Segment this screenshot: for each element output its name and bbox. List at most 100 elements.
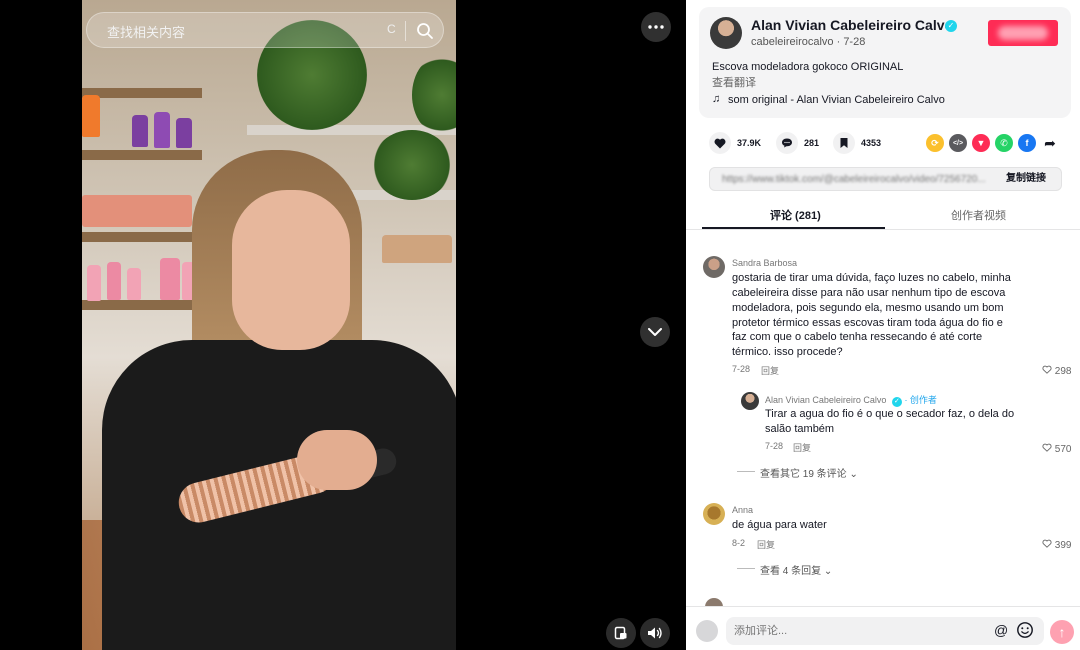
video-link-url[interactable]: https://www.tiktok.com/@cabeleireirocalv… <box>722 174 992 185</box>
search-icon[interactable] <box>415 21 435 41</box>
comment-like-count: 298 <box>1054 366 1072 377</box>
product-bottle <box>82 95 100 137</box>
person-hand <box>297 430 377 490</box>
current-user-avatar[interactable] <box>696 620 718 642</box>
volume-button[interactable] <box>640 618 670 648</box>
comment-button[interactable]: 281 <box>776 132 819 154</box>
app-root: 查找相关内容 C Alan Vivian Cabeleireiro Calvo … <box>0 0 1080 650</box>
view-more-replies-label[interactable]: 查看 4 条回复 <box>760 566 821 577</box>
video-description: Escova modeladora gokoco ORIGINAL <box>712 61 904 73</box>
author-handle-date[interactable]: cabeleireirocalvo · 7-28 <box>751 36 865 48</box>
shelf <box>82 300 202 310</box>
reply-button[interactable]: 回复 <box>793 441 811 454</box>
repost-icon[interactable]: ⟳ <box>926 134 944 152</box>
clear-search-icon[interactable]: C <box>387 22 396 36</box>
comment-text-line: térmico. isso procede? <box>732 346 843 358</box>
video-player[interactable]: 查找相关内容 C <box>0 0 686 650</box>
comment-text-line: faz com que o cabelo tenha ressecando é … <box>732 331 983 343</box>
reply-avatar[interactable] <box>741 392 759 410</box>
send-comment-button[interactable]: ↑ <box>1050 620 1074 644</box>
comment-text-line: de água para water <box>732 519 827 531</box>
author-name[interactable]: Alan Vivian Cabeleireiro Calvo <box>751 17 953 33</box>
embed-icon[interactable]: </> <box>949 134 967 152</box>
mention-icon[interactable]: @ <box>994 622 1008 638</box>
reply-text-line: salão também <box>765 423 835 435</box>
comment-text-line: cabeleireira disse para não usar nenhum … <box>732 287 1006 299</box>
tab-creator-videos[interactable]: 创作者视频 <box>951 207 1006 223</box>
verified-badge-icon: ✓ <box>891 397 902 407</box>
more-options-button[interactable] <box>641 12 671 42</box>
comment-text-line: protetor térmico essas escovas tiram tod… <box>732 317 1003 329</box>
comment-date: 7-28 <box>732 364 751 374</box>
next-video-button[interactable] <box>640 317 670 347</box>
product-bottle <box>127 268 141 300</box>
shelf <box>82 88 202 98</box>
bookmark-icon <box>833 132 855 154</box>
comment-text-line: gostaria de tirar uma dúvida, faço luzes… <box>732 272 1011 284</box>
plant <box>372 130 452 200</box>
comment-like-button[interactable]: 399 <box>1042 539 1071 551</box>
video-frame[interactable] <box>82 0 456 650</box>
storage-box <box>82 195 192 227</box>
tab-comments[interactable]: 评论 (281) <box>770 207 821 223</box>
music-note-icon: ♫ <box>712 93 721 105</box>
author-card: Alan Vivian Cabeleireiro Calvo ✓ cabelei… <box>699 7 1071 118</box>
product-bottle <box>382 235 452 263</box>
commenter-avatar[interactable] <box>703 256 725 278</box>
reply-like-button[interactable]: 570 <box>1042 443 1071 455</box>
comment-input-bar: @ ↑ <box>686 606 1080 650</box>
speaker-icon <box>648 627 662 639</box>
heart-outline-icon <box>1042 443 1052 452</box>
heart-outline-icon <box>1042 539 1052 548</box>
author-avatar[interactable] <box>710 17 742 49</box>
save-count: 4353 <box>861 138 882 148</box>
follow-button[interactable] <box>988 20 1058 46</box>
picture-in-picture-button[interactable] <box>606 618 636 648</box>
active-tab-indicator <box>702 227 885 229</box>
comment-count: 281 <box>804 138 820 148</box>
search-divider <box>405 21 406 41</box>
reply-date: 7-28 <box>765 441 784 451</box>
product-bottle <box>160 258 180 300</box>
like-button[interactable]: 37.9K <box>709 132 761 154</box>
translate-link[interactable]: 查看翻译 <box>712 74 756 90</box>
divider-dash <box>737 471 755 472</box>
view-more-replies-button[interactable]: 查看 4 条回复 ⌄ <box>760 562 832 577</box>
reply-button[interactable]: 回复 <box>761 364 779 377</box>
reply-author-name-text[interactable]: Alan Vivian Cabeleireiro Calvo <box>765 395 886 405</box>
plant <box>412 55 456 135</box>
verified-badge-icon: ✓ <box>945 20 957 32</box>
heart-icon <box>709 132 731 154</box>
commenter-name[interactable]: Sandra Barbosa <box>732 258 797 268</box>
shelf <box>82 232 202 242</box>
chevron-down-icon <box>648 328 662 336</box>
view-more-replies-button[interactable]: 查看其它 19 条评论 ⌄ <box>760 465 858 480</box>
whatsapp-icon[interactable]: ✆ <box>995 134 1013 152</box>
reply-author-name[interactable]: Alan Vivian Cabeleireiro Calvo ✓ · 创作者 <box>765 393 937 407</box>
commenter-avatar[interactable] <box>703 503 725 525</box>
commenter-name[interactable]: Anna <box>732 505 753 515</box>
chevron-down-icon: ⌄ <box>849 469 858 480</box>
comment-bubble-icon <box>776 132 798 154</box>
product-bottle <box>87 265 101 301</box>
emoji-icon[interactable] <box>1016 621 1034 639</box>
search-bar[interactable]: 查找相关内容 C <box>86 12 444 48</box>
music-title[interactable]: som original - Alan Vivian Cabeleireiro … <box>728 94 945 106</box>
copy-link-button[interactable]: 复制链接 <box>998 168 1054 190</box>
creator-badge: · 创作者 <box>904 395 937 405</box>
shelf <box>82 150 202 160</box>
comment-like-button[interactable]: 298 <box>1042 365 1071 377</box>
save-button[interactable]: 4353 <box>833 132 881 154</box>
send-icon[interactable]: ▼ <box>972 134 990 152</box>
view-more-replies-label[interactable]: 查看其它 19 条评论 <box>760 469 847 480</box>
share-arrow-icon[interactable]: ➦ <box>1041 134 1059 152</box>
video-link-row: https://www.tiktok.com/@cabeleireirocalv… <box>709 167 1062 191</box>
ellipsis-icon <box>648 25 664 29</box>
search-placeholder[interactable]: 查找相关内容 <box>107 22 185 41</box>
facebook-icon[interactable]: f <box>1018 134 1036 152</box>
follow-button-label-blurred <box>998 26 1048 40</box>
chevron-down-icon: ⌄ <box>823 566 833 577</box>
product-bottle <box>176 118 192 148</box>
reply-button[interactable]: 回复 <box>757 538 775 551</box>
heart-outline-icon <box>1042 365 1052 374</box>
